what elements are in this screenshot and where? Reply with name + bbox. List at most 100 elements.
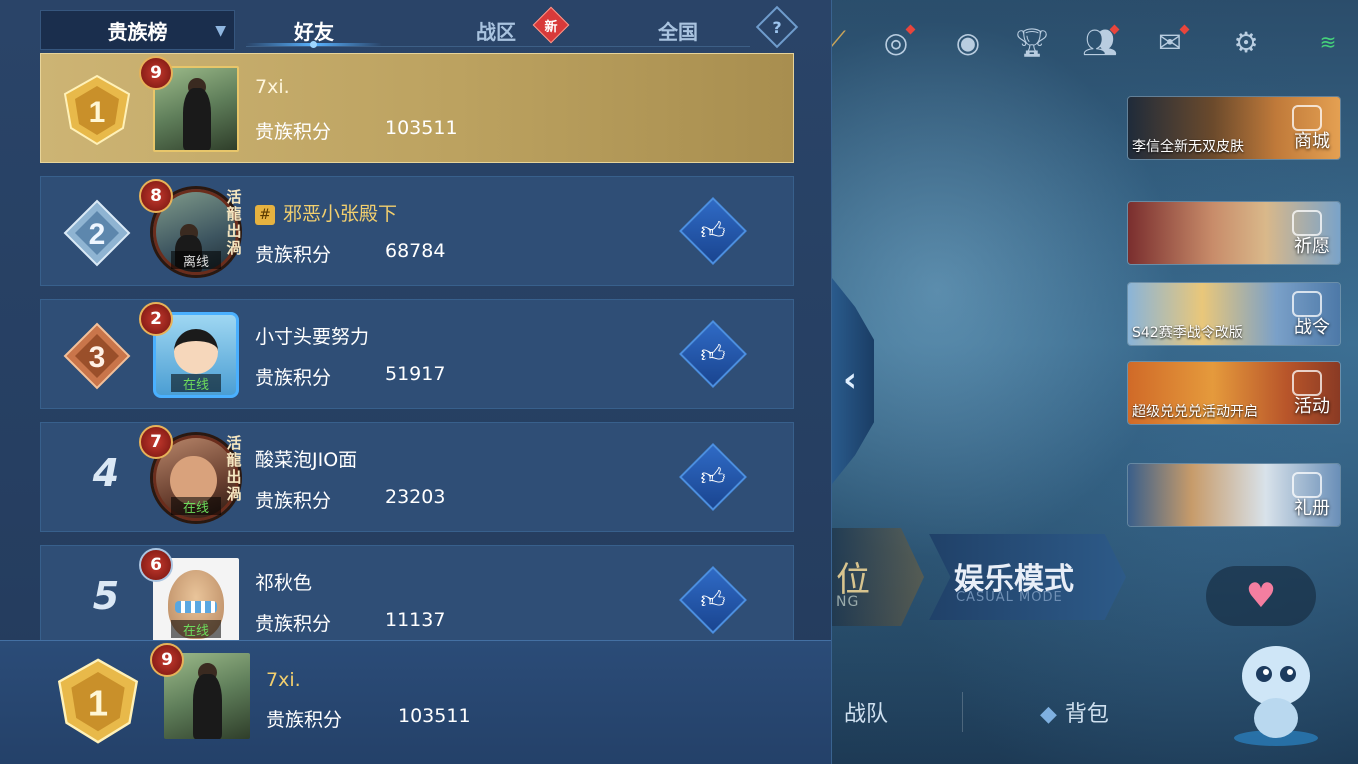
frame-ribbon: 活龍出渦 <box>226 188 242 257</box>
card-label: 祈愿 <box>1294 236 1330 257</box>
list-item[interactable]: 1 9 7xi. 贵族积分 103511 <box>40 53 794 163</box>
score-value: 103511 <box>398 705 471 727</box>
mode-sublabel: NG <box>836 594 860 610</box>
gift-book-card[interactable]: 礼册 <box>1127 463 1341 527</box>
tab-region[interactable]: 战区 <box>448 10 544 50</box>
list-item[interactable]: 5 在线 6 祁秋色 贵族积分 11137 👍︎ <box>40 545 794 655</box>
level-badge: 9 <box>150 643 184 677</box>
silver-medal-icon: 2 <box>63 199 131 267</box>
status-badge: 离线 <box>171 251 221 270</box>
card-caption: 超级兑兑兑活动开启 <box>1132 404 1258 420</box>
help-label: ? <box>772 17 782 37</box>
player-name: 酸菜泡JIO面 <box>255 449 358 471</box>
thumbs-up-icon: 👍︎ <box>700 339 726 368</box>
chevron-left-icon: ‹ <box>842 360 857 400</box>
score-value: 68784 <box>385 240 446 262</box>
score-label: 贵族积分 <box>255 490 332 512</box>
medal-rank: 2 <box>89 218 106 251</box>
bag-button[interactable]: ◆ 背包 <box>1040 696 1109 728</box>
score-value: 103511 <box>385 117 458 139</box>
avatar-body <box>193 673 223 739</box>
avatar[interactable]: 9 <box>150 643 250 739</box>
list-item[interactable]: 3 在线 2 小寸头要努力 贵族积分 51917 👍︎ <box>40 299 794 409</box>
score-label: 贵族积分 <box>255 613 332 635</box>
avatar[interactable]: 活龍出渦 离线 8 <box>139 179 242 275</box>
settings-icon[interactable]: ⚙ <box>1226 22 1266 62</box>
score-label: 贵族积分 <box>255 121 332 143</box>
new-badge-label: 新 <box>544 19 558 35</box>
list-item[interactable]: 2 活龍出渦 离线 8 # 邪恶小张殿下 贵族积分 68784 👍︎ <box>40 176 794 286</box>
wifi-icon: ≋ <box>1319 30 1337 54</box>
avatar[interactable]: 9 <box>139 56 239 152</box>
like-button[interactable]: 👍︎ <box>679 443 747 511</box>
avatar-face <box>173 329 219 375</box>
score-label: 贵族积分 <box>266 709 343 731</box>
level-badge: 7 <box>139 425 173 459</box>
list-item[interactable]: 4 活龍出渦 在线 7 酸菜泡JIO面 贵族积分 23203 👍︎ <box>40 422 794 532</box>
status-badge: 在线 <box>171 497 221 516</box>
battle-pass-card[interactable]: S42赛季战令改版 战令 <box>1127 282 1341 346</box>
score-label: 贵族积分 <box>255 244 332 266</box>
help-icon[interactable]: ? <box>755 5 799 49</box>
team-button[interactable]: 战队 <box>844 696 888 728</box>
tab-national[interactable]: 全国 <box>630 10 726 50</box>
card-label: 活动 <box>1294 396 1330 417</box>
bag-label: 背包 <box>1064 702 1109 727</box>
medal-rank: 1 <box>89 96 106 129</box>
score-value: 11137 <box>385 609 446 631</box>
team-label: 战队 <box>844 702 889 727</box>
player-name: # 邪恶小张殿下 <box>255 199 397 226</box>
top-icon-bar: ⟋ ◎ ◉ 🏆︎ 👥︎ ✉ ⚙ ≋ <box>826 22 1356 66</box>
score-value: 51917 <box>385 363 446 385</box>
my-rank-bar: 1 9 7xi. 贵族积分 103511 <box>0 640 831 764</box>
select-label: 贵族榜 <box>107 19 168 44</box>
rank-number: 4 <box>92 451 120 495</box>
like-button[interactable]: 👍︎ <box>679 566 747 634</box>
score-label: 贵族积分 <box>255 367 332 389</box>
status-badge: 在线 <box>171 620 221 639</box>
thumbs-up-icon: 👍︎ <box>700 462 726 491</box>
card-caption: 李信全新无双皮肤 <box>1132 139 1244 155</box>
eye-icon[interactable]: ◉ <box>948 22 988 62</box>
score-value: 23203 <box>385 486 446 508</box>
avatar[interactable]: 在线 6 <box>139 548 239 644</box>
mascot-icon[interactable] <box>1226 628 1326 748</box>
bronze-medal-icon: 3 <box>63 322 131 390</box>
notification-dot <box>1109 24 1120 35</box>
card-label: 礼册 <box>1294 498 1330 519</box>
bag-icon: ◆ <box>1040 702 1057 727</box>
like-button[interactable]: 👍︎ <box>679 197 747 265</box>
avatar[interactable]: 活龍出渦 在线 7 <box>139 425 242 521</box>
friends-icon[interactable]: 👥︎ <box>1080 22 1120 62</box>
player-name: 祁秋色 <box>255 572 313 594</box>
event-card[interactable]: 超级兑兑兑活动开启 活动 <box>1127 361 1341 425</box>
frame-ribbon: 活龍出渦 <box>226 434 242 503</box>
avatar-body <box>182 87 211 150</box>
player-name-text: 邪恶小张殿下 <box>283 203 398 225</box>
gold-medal-icon: 1 <box>57 658 139 744</box>
mode-sublabel: CASUAL MODE <box>956 590 1063 605</box>
player-name: 7xi. <box>266 669 301 691</box>
leaderboard-panel: 贵族榜 ▼ 好友 战区 新 全国 ? 1 9 7xi. 贵族积分 103511 <box>0 0 832 764</box>
level-badge: 6 <box>139 548 173 582</box>
thumbs-up-icon: 👍︎ <box>700 216 726 245</box>
thumbs-up-icon: 👍︎ <box>700 585 726 614</box>
leaderboard-type-select[interactable]: 贵族榜 ▼ <box>40 10 235 50</box>
gold-medal-icon: 1 <box>63 74 131 146</box>
player-name: 小寸头要努力 <box>255 326 370 348</box>
card-label: 战令 <box>1294 317 1330 338</box>
card-caption: S42赛季战令改版 <box>1132 325 1243 341</box>
medal-rank: 1 <box>88 683 108 724</box>
trophy-icon[interactable]: 🏆︎ <box>1012 22 1052 62</box>
heart-bubble[interactable]: ♥ <box>1206 566 1316 626</box>
mail-icon[interactable]: ✉ <box>1150 22 1190 62</box>
divider <box>962 692 963 732</box>
chevron-down-icon: ▼ <box>215 23 226 39</box>
hashtag-icon: # <box>255 205 275 225</box>
shop-card[interactable]: 李信全新无双皮肤 商城 <box>1127 96 1341 160</box>
avatar[interactable]: 在线 2 <box>139 302 239 398</box>
wish-card[interactable]: 祈愿 <box>1127 201 1341 265</box>
level-badge: 9 <box>139 56 173 90</box>
like-button[interactable]: 👍︎ <box>679 320 747 388</box>
radar-icon[interactable]: ◎ <box>876 22 916 62</box>
